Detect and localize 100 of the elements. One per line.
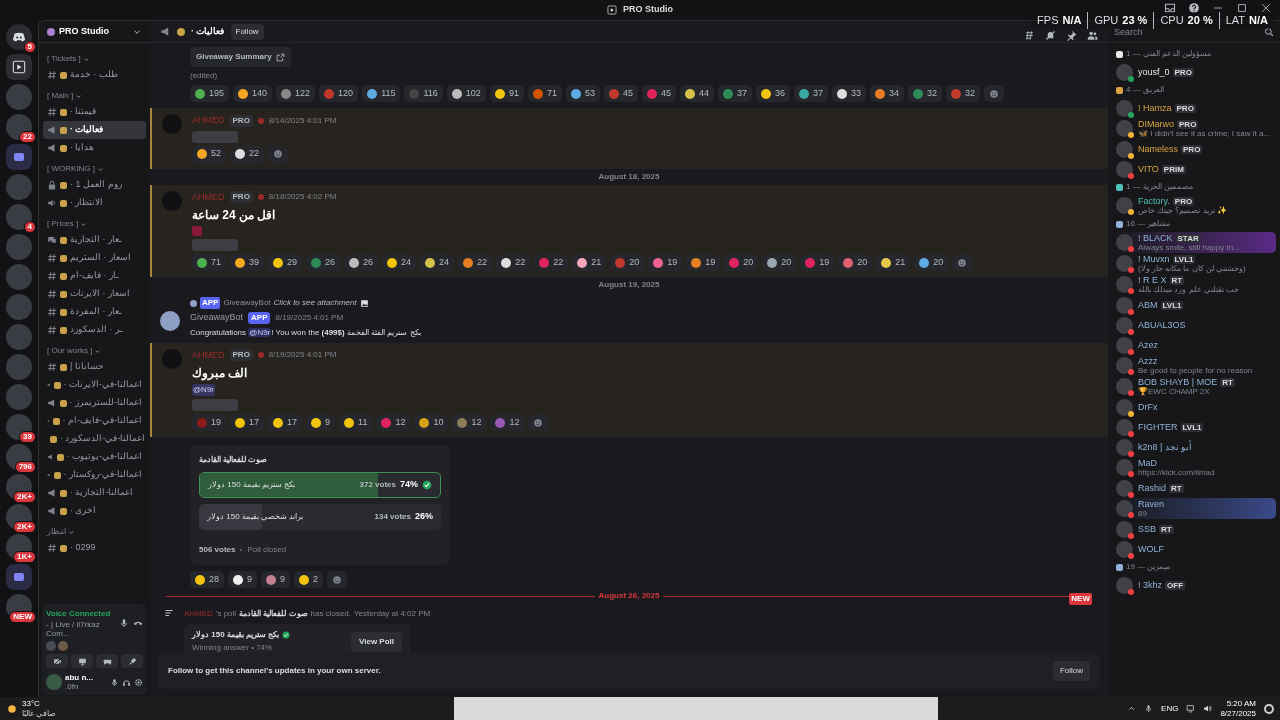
server-icon[interactable] [6,114,32,140]
language-indicator[interactable]: ENG [1161,702,1179,715]
stream-button[interactable] [6,54,32,80]
reaction-button[interactable]: 32 [908,85,943,102]
microphone-icon[interactable] [110,677,119,687]
reaction-button[interactable]: 2 [294,571,324,588]
member-item[interactable]: ! Hamza PRO [1112,98,1276,118]
category-label[interactable]: [ Tickets ] [47,53,81,65]
voice-channel-link[interactable]: - | Live / il7rkaz Com... [46,620,119,638]
channel-item[interactable]: فعاليات · [43,121,146,139]
reaction-button[interactable]: 24 [382,254,417,271]
reaction-button[interactable]: 12 [376,414,411,431]
noise-suppression-icon[interactable] [119,618,129,628]
chevron-up-icon[interactable] [1127,704,1137,713]
server-icon[interactable] [6,444,32,470]
member-item[interactable]: ! 3khz OFF [1112,575,1276,595]
reaction-button[interactable]: 19 [800,254,835,271]
channel-item[interactable]: ـر · الدسكورد [43,321,146,339]
reaction-button[interactable]: 33 [832,85,867,102]
network-icon[interactable] [1186,704,1196,713]
view-poll-button[interactable]: View Poll [351,631,402,652]
search-field[interactable]: Search [1114,25,1234,39]
channel-item[interactable]: ـار · فايف-ام [43,267,146,285]
reaction-button[interactable]: 11 [339,414,373,431]
reply-preview[interactable]: Click to see attachment [273,297,357,309]
server-icon[interactable] [6,504,32,530]
reaction-button[interactable]: 52 [192,145,226,163]
reaction-button[interactable]: 9 [306,414,336,431]
reaction-button[interactable]: 22 [230,145,265,163]
channel-item[interactable]: اعمالنا-في-روكستار · [43,466,146,484]
server-folder[interactable] [6,144,32,170]
member-item[interactable]: Rashid RT [1112,478,1276,498]
member-item[interactable]: Nameless PRO [1112,139,1276,159]
notification-icon[interactable] [1264,703,1274,714]
reaction-button[interactable]: 195 [190,85,230,102]
category-label[interactable]: [ WORKING ] [47,163,95,175]
user-mention[interactable]: @N9r [192,384,215,396]
member-item[interactable]: BOB SHAYB | MOE RT 🏆EWC CHAMP 2X [1112,376,1276,397]
reaction-button[interactable]: 20 [724,254,759,271]
member-item[interactable]: VITO PRIM [1112,159,1276,179]
reaction-button[interactable]: 20 [762,254,797,271]
settings-icon[interactable] [134,677,143,687]
reaction-button[interactable]: 10 [414,414,449,431]
maximize-icon[interactable] [1236,2,1248,14]
reaction-button[interactable]: 28 [190,571,224,588]
channel-item[interactable]: اعمالنا-في-فايف-ام · [43,412,146,430]
member-item[interactable]: FIGHTER LVL1 [1112,417,1276,437]
reaction-button[interactable]: 22 [458,254,493,271]
member-item[interactable]: DrFx [1112,397,1276,417]
author-name[interactable]: GiveawayBot [190,311,244,325]
member-item[interactable]: MaD https://kick.com/llmad [1112,457,1276,478]
channel-item[interactable]: طلب · خدمة [43,66,146,84]
member-item[interactable]: Azez [1112,335,1276,355]
channel-item[interactable]: اخرى · [43,502,146,520]
channel-item[interactable]: ـعار · التجارية [43,231,146,249]
channel-item[interactable]: اعمالنا-في-يوتيوب · [43,448,146,466]
reaction-button[interactable]: 26 [344,254,379,271]
server-icon[interactable] [6,414,32,440]
reaction-button[interactable]: 29 [268,254,303,271]
volume-icon[interactable] [1203,704,1213,713]
add-reaction-button[interactable] [268,145,289,163]
add-reaction-button[interactable] [327,571,348,588]
member-item[interactable]: yousf_0 PRO [1112,62,1276,82]
reaction-button[interactable]: 21 [876,254,911,271]
channel-item[interactable]: اسعار · الايرنات [43,285,146,303]
reaction-button[interactable]: 26 [306,254,341,271]
reply-author[interactable]: GiveawayBot [223,297,271,309]
reaction-button[interactable]: 21 [572,254,607,271]
reaction-button[interactable]: 122 [276,85,316,102]
member-item[interactable]: SSB RT [1112,519,1276,539]
member-item[interactable]: Azzz Be good to people for no reason [1112,355,1276,376]
reaction-button[interactable]: 116 [404,85,443,102]
reaction-button[interactable]: 91 [489,85,524,102]
reaction-button[interactable]: 20 [914,254,949,271]
camera-off-button[interactable] [46,654,68,668]
reaction-button[interactable]: 115 [362,85,401,102]
activity-button[interactable] [96,654,118,668]
reaction-button[interactable]: 36 [756,85,790,102]
giveaway-summary-button[interactable]: Giveaway Summary [190,47,291,67]
channel-item[interactable]: الانتظار · [43,194,146,212]
reaction-button[interactable]: 9 [228,571,258,588]
add-reaction-button[interactable] [952,254,973,271]
member-item[interactable]: WOLF [1112,539,1276,559]
reaction-button[interactable]: 19 [686,254,721,271]
reaction-button[interactable]: 22 [496,254,531,271]
reaction-button[interactable]: 37 [794,85,828,102]
channel-item[interactable]: اعمالنا-في-الايرنات · [43,376,146,394]
headphones-icon[interactable] [122,677,131,687]
reaction-button[interactable]: 20 [610,254,645,271]
member-item[interactable]: k2n8 | أبو نجد [1112,437,1276,457]
inbox-icon[interactable] [1164,2,1176,14]
reaction-button[interactable]: 19 [192,414,226,431]
channel-item[interactable]: هدايا · [43,139,146,157]
reaction-button[interactable]: 37 [717,85,752,102]
channel-item[interactable]: اعمالنا-للستريمرز · [43,394,146,412]
member-item[interactable]: ABM LVL1 [1112,295,1276,315]
home-button[interactable] [6,24,32,50]
category-label[interactable]: انتظار [47,526,66,538]
reaction-button[interactable]: 44 [679,85,714,102]
threads-icon[interactable] [1024,30,1035,41]
